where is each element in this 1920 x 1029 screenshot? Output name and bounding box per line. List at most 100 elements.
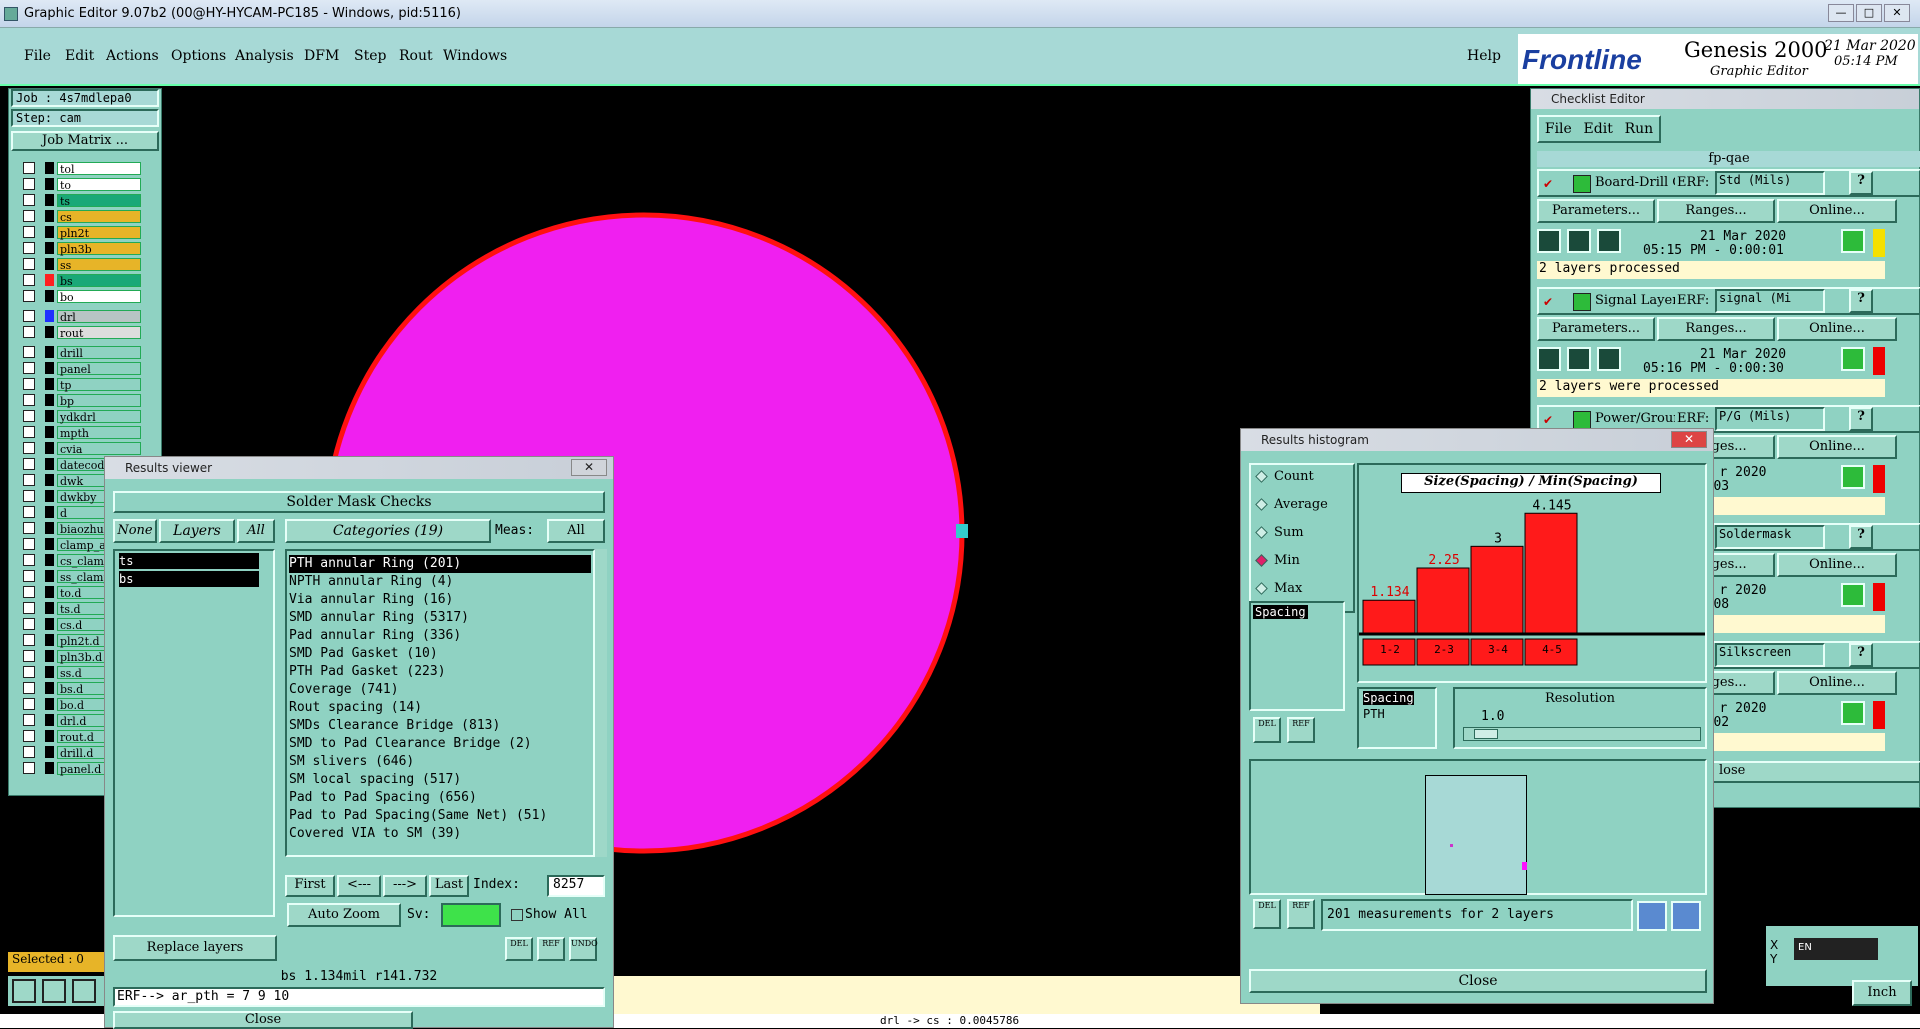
- menu-help[interactable]: Help: [1467, 48, 1501, 64]
- layer-checkbox[interactable]: [23, 442, 35, 454]
- ranges-button[interactable]: Ranges...: [1657, 317, 1775, 341]
- zoom-chart-icon[interactable]: [1637, 901, 1667, 931]
- export-chart-icon[interactable]: [1671, 901, 1701, 931]
- category-item[interactable]: Rout spacing (14): [289, 699, 591, 717]
- ref-button[interactable]: REF: [537, 937, 565, 961]
- run-all-icon[interactable]: [1567, 229, 1591, 253]
- auto-zoom-select[interactable]: Auto Zoom: [287, 903, 401, 927]
- menu-rout[interactable]: Rout: [399, 48, 433, 64]
- maximize-button[interactable]: □: [1856, 4, 1882, 22]
- menu-dfm[interactable]: DFM: [304, 48, 339, 64]
- check-mark-icon[interactable]: ✔: [1543, 177, 1553, 191]
- checklist-menu-edit[interactable]: Edit: [1584, 121, 1613, 137]
- mode-count[interactable]: Count: [1255, 469, 1314, 484]
- category-item[interactable]: PTH annular Ring (201): [289, 555, 591, 573]
- parameters-button[interactable]: Parameters...: [1537, 317, 1655, 341]
- layer-checkbox[interactable]: [23, 162, 35, 174]
- radio-icon[interactable]: [1255, 554, 1268, 567]
- histogram-close-button[interactable]: Close: [1249, 969, 1707, 993]
- category-item[interactable]: SMDs Clearance Bridge (813): [289, 717, 591, 735]
- layer-row-panel[interactable]: panel: [23, 361, 141, 376]
- menu-analysis[interactable]: Analysis: [235, 48, 294, 64]
- checklist-menu-run[interactable]: Run: [1625, 121, 1654, 137]
- erf-field[interactable]: Silkscreen: [1715, 643, 1825, 667]
- layer-row-pln3b[interactable]: pln3b: [23, 241, 141, 256]
- layer-checkbox[interactable]: [23, 570, 35, 582]
- layer-checkbox[interactable]: [23, 458, 35, 470]
- layer-row-cvia[interactable]: cvia: [23, 441, 141, 456]
- help-icon[interactable]: ?: [1849, 643, 1873, 667]
- hist-del-button[interactable]: DEL: [1253, 717, 1281, 743]
- language-bar[interactable]: EN: [1794, 938, 1878, 960]
- online-button[interactable]: Online...: [1777, 435, 1897, 459]
- layers-button[interactable]: Layers: [159, 519, 235, 543]
- layer-checkbox[interactable]: [23, 310, 35, 322]
- close-window-button[interactable]: ✕: [1884, 4, 1910, 22]
- layer-checkbox[interactable]: [23, 538, 35, 550]
- layer-row-ydkdrl[interactable]: ydkdrl: [23, 409, 141, 424]
- layer-row-rout[interactable]: rout: [23, 325, 141, 340]
- sub-list-item-spacing[interactable]: Spacing: [1363, 691, 1414, 705]
- mode-min[interactable]: Min: [1255, 553, 1300, 568]
- layer-checkbox[interactable]: [23, 490, 35, 502]
- menu-file[interactable]: File: [24, 48, 51, 64]
- mode-sum[interactable]: Sum: [1255, 525, 1304, 540]
- layer-row-bp[interactable]: bp: [23, 393, 141, 408]
- results-close-button[interactable]: Close: [113, 1011, 413, 1029]
- board-preview[interactable]: [1425, 775, 1527, 895]
- erf-field[interactable]: P/G (Mils): [1715, 407, 1825, 431]
- categories-button[interactable]: Categories (19): [285, 519, 491, 543]
- meas-select[interactable]: All: [547, 519, 605, 543]
- erf-field[interactable]: Std (Mils): [1715, 171, 1825, 195]
- category-scrollbar[interactable]: [595, 549, 607, 857]
- help-icon[interactable]: ?: [1849, 171, 1873, 195]
- close-icon[interactable]: ✕: [571, 459, 607, 476]
- ranges-button[interactable]: Ranges...: [1657, 199, 1775, 223]
- menu-windows[interactable]: Windows: [443, 48, 507, 64]
- layer-checkbox[interactable]: [23, 242, 35, 254]
- histogram-bar[interactable]: [1470, 545, 1524, 634]
- layer-result-list[interactable]: ts bs: [113, 549, 275, 917]
- help-icon[interactable]: ?: [1849, 289, 1873, 313]
- histogram-bar[interactable]: [1416, 567, 1470, 634]
- layer-row-tol[interactable]: tol: [23, 161, 141, 176]
- erf-field[interactable]: Soldermask: [1715, 525, 1825, 549]
- parameters-button[interactable]: Parameters...: [1537, 199, 1655, 223]
- layer-checkbox[interactable]: [23, 362, 35, 374]
- layer-checkbox[interactable]: [23, 506, 35, 518]
- measure-list[interactable]: Spacing: [1249, 601, 1345, 711]
- layer-checkbox[interactable]: [23, 634, 35, 646]
- category-item[interactable]: Coverage (741): [289, 681, 591, 699]
- layer-checkbox[interactable]: [23, 762, 35, 774]
- layer-checkbox[interactable]: [23, 258, 35, 270]
- units-selector[interactable]: Inch: [1852, 980, 1912, 1006]
- layer-row-tp[interactable]: tp: [23, 377, 141, 392]
- layer-row-to[interactable]: to: [23, 177, 141, 192]
- online-button[interactable]: Online...: [1777, 553, 1897, 577]
- hist-ref2-button[interactable]: REF: [1287, 899, 1315, 929]
- layer-row-drill[interactable]: drill: [23, 345, 141, 360]
- prev-button[interactable]: <---: [337, 875, 381, 897]
- close-icon[interactable]: ✕: [1671, 431, 1707, 448]
- mode-average[interactable]: Average: [1255, 497, 1328, 512]
- job-matrix-button[interactable]: Job Matrix ...: [11, 131, 159, 151]
- zoom-icon[interactable]: [1841, 229, 1865, 253]
- layer-checkbox[interactable]: [23, 730, 35, 742]
- category-item[interactable]: Pad annular Ring (336): [289, 627, 591, 645]
- category-item[interactable]: SMD annular Ring (5317): [289, 609, 591, 627]
- first-button[interactable]: First: [285, 875, 335, 897]
- list-item[interactable]: Spacing: [1253, 605, 1308, 619]
- category-item[interactable]: Covered VIA to SM (39): [289, 825, 591, 843]
- select-tool-icon[interactable]: [12, 979, 36, 1003]
- run-icon[interactable]: [1537, 347, 1561, 371]
- radio-icon[interactable]: [1255, 470, 1268, 483]
- layer-row-drl[interactable]: drl: [23, 309, 141, 324]
- last-button[interactable]: Last: [429, 875, 469, 897]
- check-mark-icon[interactable]: ✔: [1543, 413, 1553, 427]
- layer-checkbox[interactable]: [23, 682, 35, 694]
- check-mark-icon[interactable]: ✔: [1543, 295, 1553, 309]
- list-item[interactable]: bs: [119, 571, 259, 587]
- run-icon[interactable]: [1537, 229, 1561, 253]
- checklist-menu-file[interactable]: File: [1545, 121, 1572, 137]
- layer-checkbox[interactable]: [23, 714, 35, 726]
